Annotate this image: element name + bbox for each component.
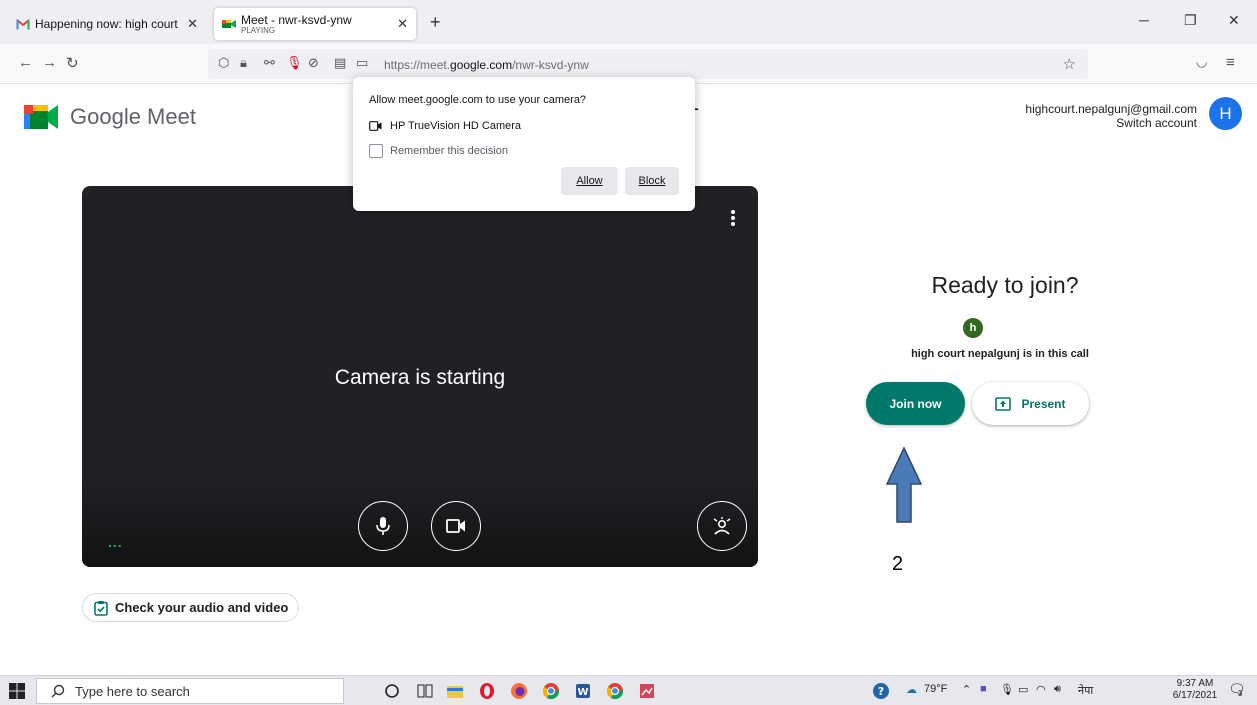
camera-button[interactable] [431,501,481,551]
camera-permission-icon[interactable]: ▭ [356,55,368,71]
pocket-icon[interactable]: ◡ [1196,54,1207,70]
permission-question: Allow meet.google.com to use your camera… [369,94,587,106]
microphone-button[interactable] [358,501,408,551]
clock-date: 6/17/2021 [1172,690,1218,701]
shield-icon[interactable]: ⬡ [218,55,229,71]
minimize-icon[interactable]: ─ [1139,12,1149,28]
search-icon [51,684,65,698]
in-call-text: high court nepalgunj is in this call [911,348,1089,360]
block-button[interactable]: Block [625,167,679,195]
browser-tab-strip: Happening now: high court nep ✕ Meet - n… [0,0,1257,44]
microphone-tray-icon[interactable]: 🎙︎ [1000,683,1014,696]
tab-gmail[interactable]: Happening now: high court nep ✕ [8,8,206,40]
allow-button[interactable]: Allow [561,167,618,195]
svg-text:W: W [577,687,588,698]
account-email: highcourt.nepalgunj@gmail.com [1025,102,1197,116]
image-editor-icon[interactable] [638,682,656,700]
account-avatar[interactable]: H [1209,97,1242,130]
close-window-icon[interactable]: ✕ [1228,12,1240,29]
notifications-icon[interactable]: 🗨︎ [1228,681,1246,698]
search-placeholder: Type here to search [75,683,190,699]
menu-icon[interactable]: ≡ [1226,54,1235,71]
video-camera-icon [446,519,465,533]
url-text[interactable]: https://meet.google.com/nwr-ksvd-ynw [384,58,589,72]
task-view-icon[interactable] [416,682,434,700]
more-options-icon[interactable] [730,208,736,228]
close-tab-icon[interactable]: ✕ [187,16,198,32]
app-tray-icon[interactable]: ■ [980,683,987,695]
video-preview: Camera is starting ... [82,186,758,567]
camera-status: Camera is starting [334,366,506,389]
tracking-icon[interactable]: ⊘ [308,55,319,71]
remember-decision-checkbox[interactable] [369,144,383,158]
restore-icon[interactable]: ❐ [1184,12,1197,29]
camera-permission-popup: Allow meet.google.com to use your camera… [353,77,695,211]
close-tab-icon[interactable]: ✕ [397,16,408,32]
chrome-icon[interactable] [542,682,560,700]
camera-name: HP TrueVision HD Camera [390,120,522,132]
gmail-icon [16,19,30,30]
word-icon[interactable]: W [574,682,592,700]
clipboard-check-icon [94,600,108,616]
help-icon[interactable]: ? [872,682,890,700]
visual-effects-button[interactable] [697,501,747,551]
tab-playing-label: PLAYING [241,26,276,35]
reader-icon[interactable]: ▤ [334,55,346,71]
file-explorer-icon[interactable] [446,682,464,700]
windows-start-icon[interactable] [8,682,26,700]
annotation-step-2: 2 [892,553,904,575]
battery-icon[interactable]: ▭ [1018,683,1028,696]
present-button[interactable]: Present [972,382,1089,425]
app-name: Google Meet [70,104,196,129]
microphone-icon[interactable]: 🎙︎ [286,55,303,71]
address-bar[interactable]: ⬡ 🔒︎ ⚯ 🎙︎ ⊘ ▤ ▭ https://meet.google.com/… [208,49,1088,79]
volume-icon[interactable]: 🔊︎ [1054,683,1061,696]
meet-logo-icon [24,105,58,129]
microphone-icon [376,517,390,535]
forward-icon[interactable]: → [42,54,57,71]
tab-label: Happening now: high court nep [35,17,181,31]
windows-taskbar: Type here to search W ? ☁ 79°F ⌃ ■ 🎙︎ ▭ … [0,675,1257,705]
annotation-arrow-2 [885,446,923,523]
input-language[interactable]: नेपा [1078,683,1093,698]
screen: Happening now: high court nep ✕ Meet - n… [0,0,1257,705]
opera-icon[interactable] [478,682,496,700]
lock-icon[interactable]: 🔒︎ [240,55,247,71]
switch-account-link[interactable]: Switch account [1116,116,1197,130]
join-now-button[interactable]: Join now [866,382,965,425]
cortana-icon[interactable] [383,682,401,700]
weather-temperature[interactable]: 79°F [924,683,947,695]
chrome-profile-icon[interactable] [606,682,624,700]
permissions-icon[interactable]: ⚯ [264,55,275,71]
present-icon [995,396,1012,411]
notifications-count: 3 [1238,689,1243,698]
check-audio-video-button[interactable]: Check your audio and video [82,593,299,622]
bookmark-star-icon[interactable]: ☆ [1063,55,1076,73]
check-audio-video-label: Check your audio and video [115,600,289,615]
taskbar-search-box[interactable]: Type here to search [36,678,344,704]
tray-chevron-icon[interactable]: ⌃ [962,683,971,696]
firefox-icon[interactable] [510,682,528,700]
wifi-icon[interactable]: ◠ [1036,683,1046,696]
effects-icon [713,517,731,535]
back-icon[interactable]: ← [18,54,33,71]
participant-avatar: h [963,318,983,338]
new-tab-icon[interactable]: + [430,12,441,33]
meet-icon [222,20,236,28]
camera-icon [369,121,382,131]
ready-to-join-title: Ready to join? [931,272,1079,298]
weather-icon[interactable]: ☁ [906,683,917,696]
audio-level-indicator: ... [108,534,123,550]
svg-text:?: ? [878,685,884,698]
clock-time: 9:37 AM [1176,678,1214,689]
reload-icon[interactable]: ↻ [66,54,79,72]
taskbar-clock[interactable]: 9:37 AM 6/17/2021 [1170,678,1220,702]
present-label: Present [1021,396,1066,411]
tab-meet[interactable]: Meet - nwr-ksvd-ynw PLAYING ✕ [214,8,416,40]
remember-decision-label: Remember this decision [390,145,508,157]
tab-label: Meet - nwr-ksvd-ynw [241,13,352,27]
